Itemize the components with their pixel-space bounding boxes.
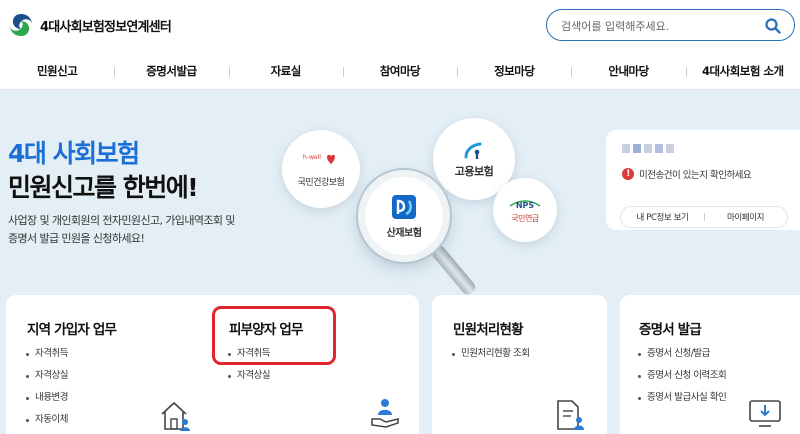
list-item[interactable]: 증명서 발급사실 확인 <box>636 392 727 414</box>
employment-insurance-label: 고용보험 <box>454 164 494 178</box>
list-item[interactable]: 자격취득 <box>24 348 68 370</box>
list-item[interactable]: 증명서 신청/발급 <box>636 348 726 370</box>
national-pension-bubble: NPS 국민연금 <box>493 178 557 242</box>
list-item[interactable]: 민원처리현황 조회 <box>450 348 530 370</box>
svg-text:h-well: h-well <box>303 154 321 161</box>
site-header: 4대사회보험정보연계센터 민원신고 증명서발급 자료실 참여마당 정보마당 안내… <box>0 0 800 90</box>
certificate-list: 증명서 신청/발급 증명서 신청 이력조회 증명서 발급사실 확인 <box>636 348 727 414</box>
list-item[interactable]: 증명서 신청 이력조회 <box>636 370 727 392</box>
logo-icon <box>10 14 33 36</box>
national-pension-logo-icon: NPS <box>509 200 541 210</box>
nav-item-information[interactable]: 정보마당 <box>457 63 571 79</box>
unsent-alert: ! 미전송건이 있는지 확인하세요 <box>622 167 752 181</box>
house-icon <box>161 401 190 431</box>
main-nav: 민원신고 증명서발급 자료실 참여마당 정보마당 안내마당 4대사회보험 소개 <box>0 54 800 88</box>
nav-item-civil-report[interactable]: 민원신고 <box>0 63 114 79</box>
health-insurance-label: 국민건강보험 <box>297 178 345 188</box>
nav-divider <box>0 89 800 90</box>
certificate-card: 증명서 발급 증명서 신청/발급 증명서 신청 이력조회 증명서 발급사실 확인 <box>620 295 800 434</box>
search-box <box>546 9 795 41</box>
health-insurance-logo-icon: h-well <box>303 154 335 165</box>
search-input[interactable] <box>561 16 761 36</box>
hero-title-line1: 4대 사회보험 <box>8 139 140 168</box>
nav-item-guide[interactable]: 안내마당 <box>571 63 685 79</box>
hero-description-line1: 사업장 및 개인회원의 전자민원신고, 가입내역조회 및 <box>8 214 235 227</box>
list-item[interactable]: 자격상실 <box>24 370 68 392</box>
user-status-card: ! 미전송건이 있는지 확인하세요 내 PC정보 보기 마이페이지 <box>606 130 800 230</box>
hero-description-line2: 증명서 발급 민원을 신청하세요! <box>8 232 145 245</box>
logo-text: 4대사회보험정보연계센터 <box>40 19 172 35</box>
my-pc-info-button[interactable]: 내 PC정보 보기 <box>621 211 704 223</box>
document-person-icon <box>557 400 584 430</box>
health-insurance-bubble: h-well 국민건강보험 <box>282 130 360 208</box>
nav-item-library[interactable]: 자료실 <box>228 63 343 79</box>
unsent-alert-text: 미전송건이 있는지 확인하세요 <box>639 170 752 181</box>
civil-status-title: 민원처리현황 <box>453 322 524 338</box>
industrial-accident-label: 산재보험 <box>386 227 422 239</box>
certificate-title: 증명서 발급 <box>639 322 702 338</box>
monitor-download-icon <box>749 400 781 427</box>
search-icon[interactable] <box>764 17 782 35</box>
industrial-accident-lens: 산재보험 <box>358 170 450 262</box>
national-pension-label: 국민연금 <box>511 214 539 223</box>
nav-item-certificate[interactable]: 증명서발급 <box>114 63 228 79</box>
site-logo[interactable]: 4대사회보험정보연계센터 <box>8 12 172 38</box>
list-item[interactable]: 자격상실 <box>226 370 270 392</box>
list-item[interactable]: 내용변경 <box>24 392 68 414</box>
civil-status-list: 민원처리현황 조회 <box>450 348 530 370</box>
industrial-accident-logo-icon <box>392 194 416 219</box>
nav-item-participation[interactable]: 참여마당 <box>342 63 457 79</box>
nav-item-about[interactable]: 4대사회보험 소개 <box>685 63 800 79</box>
svg-text:NPS: NPS <box>516 201 535 210</box>
magnifier-handle <box>429 243 478 297</box>
hero-title-line2: 민원신고를 한번에! <box>8 173 199 202</box>
regional-member-title: 지역 가입자 업무 <box>27 322 117 338</box>
regional-member-list: 자격취득 자격상실 내용변경 자동이체 <box>24 348 68 434</box>
civil-status-card: 민원처리현황 민원처리현황 조회 <box>432 295 607 434</box>
list-item[interactable]: 자동이체 <box>24 414 68 434</box>
my-page-button[interactable]: 마이페이지 <box>704 211 787 223</box>
alert-icon: ! <box>622 168 634 180</box>
user-name-blurred <box>622 144 674 153</box>
employment-insurance-logo-icon <box>464 142 482 159</box>
highlight-box <box>212 306 336 365</box>
family-care-icon <box>371 399 399 428</box>
user-quick-links: 내 PC정보 보기 마이페이지 <box>620 206 788 228</box>
